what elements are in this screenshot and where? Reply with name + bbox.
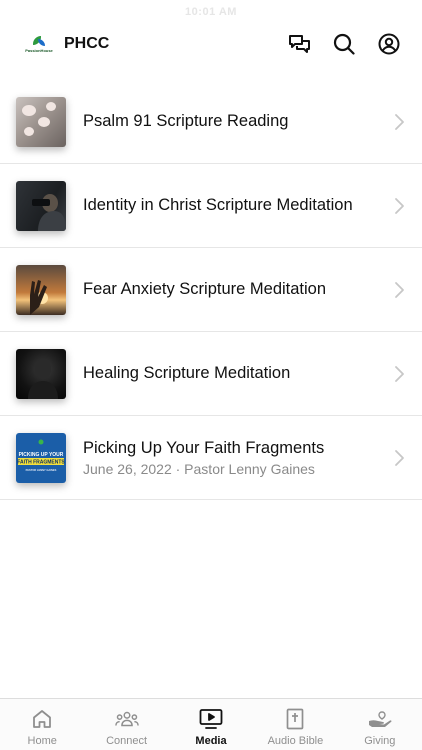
tab-media[interactable]: Media xyxy=(169,699,253,750)
tab-label: Connect xyxy=(106,735,148,747)
tab-giving[interactable]: Giving xyxy=(338,699,422,750)
media-title: Picking Up Your Faith Fragments xyxy=(83,438,325,457)
giving-hand-icon xyxy=(368,711,392,727)
media-title: Identity in Christ Scripture Meditation xyxy=(83,196,353,214)
account-icon xyxy=(378,33,400,55)
chevron-right-icon xyxy=(395,449,404,466)
media-subtitle: June 26, 2022 · Pastor Lenny Gaines xyxy=(83,460,315,477)
home-icon xyxy=(33,710,52,728)
tab-label: Media xyxy=(195,735,227,747)
thumbnail-raised-hand-sunset xyxy=(16,264,66,315)
thumbnail-person-in-dark xyxy=(16,348,66,399)
thumbnail-man-with-binoculars xyxy=(16,180,66,231)
tab-label: Giving xyxy=(364,735,396,747)
media-item[interactable]: Identity in Christ Scripture Meditation xyxy=(0,164,422,248)
tab-bar: Home Connect Media Audio Bible Giving xyxy=(0,698,422,750)
media-item[interactable]: Psalm 91 Scripture Reading xyxy=(0,80,422,164)
thumbnail-magnolia-blossoms xyxy=(16,96,66,147)
app-title: PHCC xyxy=(64,35,110,52)
media-list: Psalm 91 Scripture Reading Identity in C… xyxy=(0,80,422,500)
tab-connect[interactable]: Connect xyxy=(84,699,168,750)
tab-audio-bible[interactable]: Audio Bible xyxy=(253,699,337,750)
bible-icon xyxy=(287,708,304,730)
tab-label: Home xyxy=(27,735,57,747)
chevron-right-icon xyxy=(395,197,404,214)
media-item[interactable]: Fear Anxiety Scripture Meditation xyxy=(0,248,422,332)
thumb-text-line3: PASTOR LENNY GAINES xyxy=(26,468,57,472)
tab-home[interactable]: Home xyxy=(0,699,84,750)
app-header: PassionHouse PHCC xyxy=(0,24,422,64)
chat-bubbles-icon xyxy=(288,34,310,53)
status-bar: 10:01 AM xyxy=(0,0,422,24)
chevron-right-icon xyxy=(395,113,404,130)
media-title: Psalm 91 Scripture Reading xyxy=(83,112,289,130)
chevron-right-icon xyxy=(395,365,404,382)
church-logo: PassionHouse xyxy=(25,31,53,57)
thumb-text-line1: PICKING UP YOUR xyxy=(19,452,64,458)
chevron-right-icon xyxy=(395,281,404,298)
logo-wordmark: PassionHouse xyxy=(25,47,53,53)
status-time: 10:01 AM xyxy=(185,6,237,18)
thumb-text-line2: FAITH FRAGMENTS xyxy=(17,459,65,465)
people-icon xyxy=(114,711,139,727)
media-title: Fear Anxiety Scripture Meditation xyxy=(83,280,327,298)
messages-button[interactable] xyxy=(286,31,312,57)
account-button[interactable] xyxy=(376,31,402,57)
logo-mark-icon xyxy=(32,35,46,47)
thumbnail-sermon-artwork: PICKING UP YOUR FAITH FRAGMENTS PASTOR L… xyxy=(16,432,66,483)
tab-label: Audio Bible xyxy=(267,735,324,747)
media-player-icon xyxy=(199,709,223,729)
media-title: Healing Scripture Meditation xyxy=(83,364,291,382)
media-item[interactable]: Healing Scripture Meditation xyxy=(0,332,422,416)
header-actions xyxy=(267,31,402,57)
media-item[interactable]: PICKING UP YOUR FAITH FRAGMENTS PASTOR L… xyxy=(0,416,422,500)
search-button[interactable] xyxy=(331,31,357,57)
search-icon xyxy=(333,33,355,55)
